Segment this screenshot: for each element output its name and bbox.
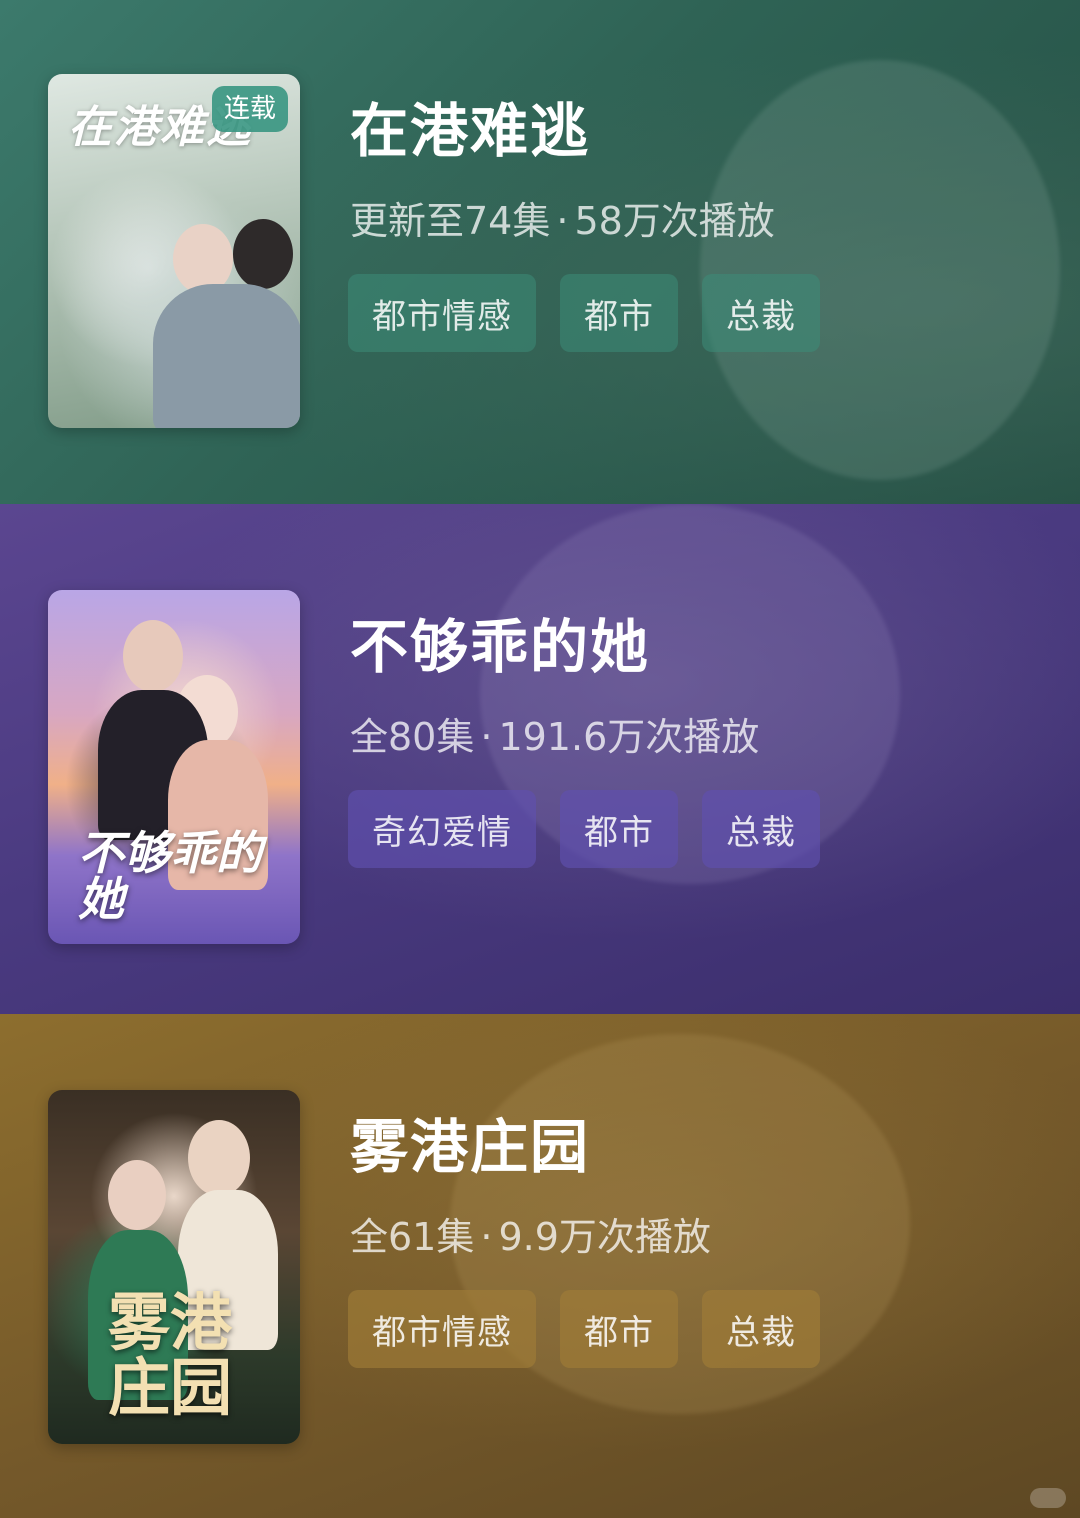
poster-title: 雾港庄园	[108, 1286, 233, 1425]
drama-card-1[interactable]: 在港难逃 连载 在港难逃 更新至74集 · 58万次播放 都市情感 都市 总裁	[0, 0, 1080, 504]
poster-image[interactable]: 在港难逃 连载	[48, 74, 300, 428]
tag[interactable]: 都市情感	[348, 1290, 536, 1368]
drama-card-3[interactable]: 雾港庄园 雾港庄园 全61集 · 9.9万次播放 都市情感 都市 总裁	[0, 1014, 1080, 1518]
tag[interactable]: 总裁	[702, 790, 820, 868]
drama-meta: 更新至74集 · 58万次播放	[350, 190, 775, 245]
drama-title[interactable]: 不够乖的她	[350, 600, 650, 684]
episode-count: 全61集	[350, 1215, 475, 1259]
play-count: 58万次播放	[574, 199, 775, 243]
drama-card-2[interactable]: 不够乖的她 不够乖的她 全80集 · 191.6万次播放 奇幻爱情 都市 总裁	[0, 504, 1080, 1014]
episode-count: 全80集	[350, 715, 475, 759]
tag-list: 奇幻爱情 都市 总裁	[348, 790, 820, 868]
tag[interactable]: 都市情感	[348, 274, 536, 352]
tag-list: 都市情感 都市 总裁	[348, 1290, 820, 1368]
drama-title[interactable]: 在港难逃	[350, 84, 590, 168]
play-count: 9.9万次播放	[498, 1215, 711, 1259]
poster-title: 不够乖的她	[78, 826, 262, 926]
episode-count: 更新至74集	[350, 199, 551, 243]
watermark-icon	[1030, 1488, 1066, 1508]
drama-title[interactable]: 雾港庄园	[350, 1100, 590, 1184]
serializing-badge: 连载	[211, 86, 288, 132]
meta-separator: ·	[480, 1215, 493, 1259]
tag[interactable]: 奇幻爱情	[348, 790, 536, 868]
meta-separator: ·	[480, 715, 493, 759]
tag[interactable]: 都市	[560, 790, 678, 868]
poster-figure	[153, 284, 300, 428]
poster-image[interactable]: 不够乖的她	[48, 590, 300, 944]
poster-figure	[233, 219, 293, 289]
tag[interactable]: 都市	[560, 1290, 678, 1368]
play-count: 191.6万次播放	[498, 715, 760, 759]
drama-meta: 全80集 · 191.6万次播放	[350, 706, 759, 761]
tag[interactable]: 总裁	[702, 274, 820, 352]
poster-figure	[123, 620, 183, 692]
tag[interactable]: 总裁	[702, 1290, 820, 1368]
drama-meta: 全61集 · 9.9万次播放	[350, 1206, 711, 1261]
tag-list: 都市情感 都市 总裁	[348, 274, 820, 352]
meta-separator: ·	[556, 199, 569, 243]
poster-image[interactable]: 雾港庄园	[48, 1090, 300, 1444]
poster-figure	[188, 1120, 250, 1196]
poster-figure	[108, 1160, 166, 1230]
tag[interactable]: 都市	[560, 274, 678, 352]
background-art	[700, 60, 1060, 480]
